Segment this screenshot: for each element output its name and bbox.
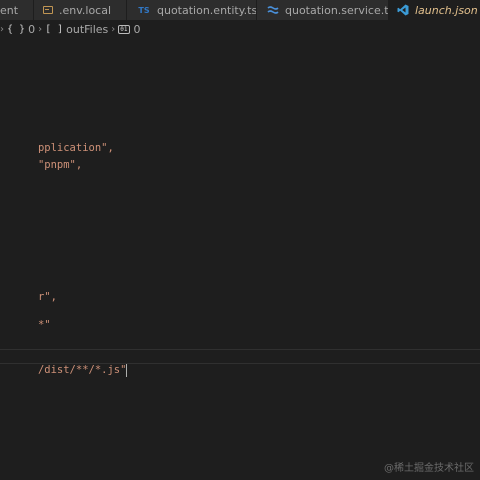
code-line: *" [0,304,51,331]
vscode-icon [397,4,409,16]
service-file-icon [267,5,279,15]
object-icon: { } [7,23,26,35]
code-string: r", [37,291,57,303]
breadcrumb-item-0[interactable]: 0 [28,23,35,36]
chevron-right-icon: › [38,23,43,35]
code-string: /dist/**/*.js" [37,364,127,376]
code-line: "pnpm", [0,144,82,171]
breadcrumb-item-outfiles[interactable]: outFiles [66,23,108,36]
tab-label: quotation.entity.ts [157,3,257,17]
code-string: "pnpm", [37,159,83,171]
tab-bar: ent .env.local TS quotation.entity.ts qu… [0,0,480,20]
tab-label: .env.local [59,3,112,17]
tab-partial[interactable]: ent [0,0,34,20]
number-icon: 01 [118,24,130,34]
tab-label: quotation.service.ts [285,3,389,17]
code-line-current: /dist/**/*.js" [0,349,128,377]
env-file-icon [43,6,53,14]
code-string: *" [37,319,51,331]
tab-launch-json[interactable]: launch.json 2 [389,0,480,20]
text-cursor [126,363,128,377]
chevron-right-icon: › [111,23,116,35]
chevron-right-icon: › [0,23,4,35]
tab-quotation-entity[interactable]: TS quotation.entity.ts [127,0,257,20]
breadcrumb: › { } 0 › [ ] outFiles › 01 0 [0,20,480,38]
array-icon: [ ] [45,23,64,35]
tab-quotation-service[interactable]: quotation.service.ts [257,0,389,20]
tab-env-local[interactable]: .env.local [34,0,127,20]
typescript-icon: TS [138,5,150,15]
tab-label: launch.json [415,3,478,17]
code-editor[interactable]: pplication", "pnpm", r", *" /dist/**/*.j… [0,38,480,480]
watermark: @稀土掘金技术社区 [384,463,474,474]
tab-label: ent [0,3,19,17]
editor-window: ent .env.local TS quotation.entity.ts qu… [0,0,480,480]
code-line: pplication", [0,127,114,154]
code-line: r", [0,276,57,303]
breadcrumb-item-index[interactable]: 0 [134,23,141,36]
